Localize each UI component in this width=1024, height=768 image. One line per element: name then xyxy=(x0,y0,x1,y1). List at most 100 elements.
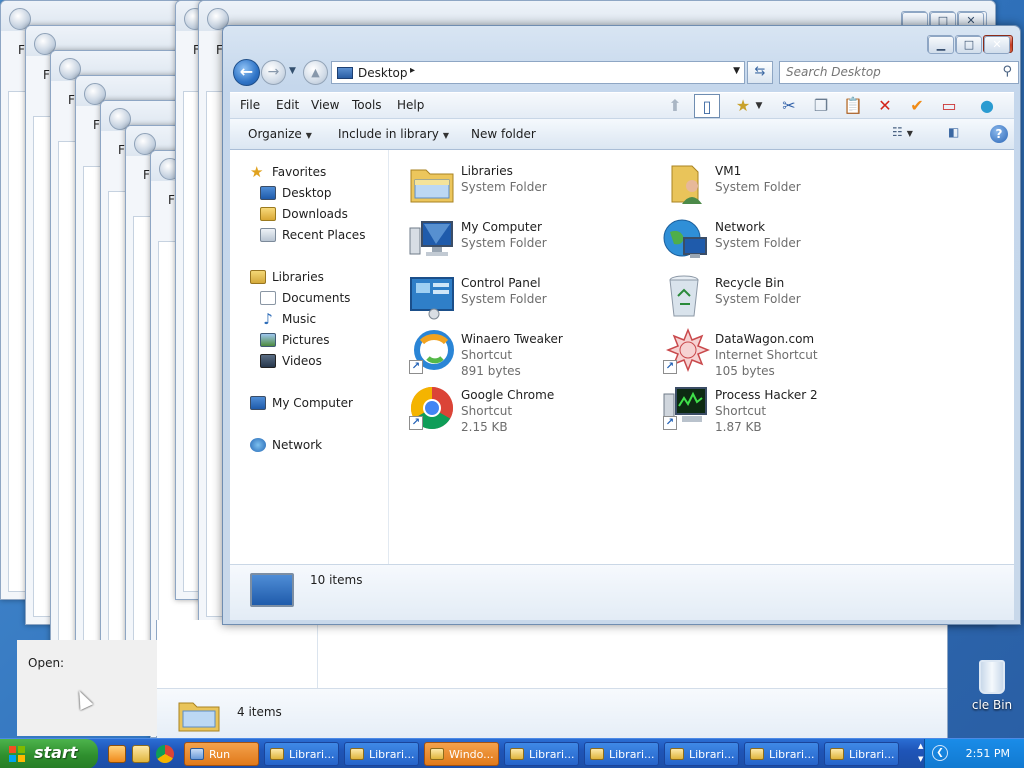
item-network[interactable]: Network System Folder xyxy=(662,216,902,266)
taskbar-button-libraries[interactable]: Librari... xyxy=(344,742,419,766)
run-dialog[interactable]: Open: xyxy=(17,640,157,736)
include-in-library-button[interactable]: Include in library ▼ xyxy=(338,127,449,141)
menu-help[interactable]: Help xyxy=(397,98,424,112)
maximize-button[interactable]: □ xyxy=(955,35,982,54)
item-recycle-bin[interactable]: Recycle Bin System Folder xyxy=(662,272,902,322)
taskbar-button-run[interactable]: Run xyxy=(184,742,259,766)
start-button[interactable]: start xyxy=(0,739,98,768)
panes-icon: ▯ xyxy=(702,97,712,116)
recycle-bin-icon xyxy=(669,275,699,317)
explorer-quicklaunch-icon[interactable] xyxy=(132,745,150,763)
item-type: System Folder xyxy=(715,180,801,194)
taskbar-button-libraries[interactable]: Librari... xyxy=(584,742,659,766)
item-datawagon[interactable]: ↗ DataWagon.com Internet Shortcut 105 by… xyxy=(662,328,902,378)
item-google-chrome[interactable]: ↗ Google Chrome Shortcut 2.15 KB xyxy=(408,384,648,434)
explorer-window-desktop[interactable]: ▁ □ ✕ ← → ▼ ▲ Desktop ▸ ▼ ⇆ ⚲ File Edit … xyxy=(222,25,1021,625)
menu-file[interactable]: F xyxy=(68,93,75,107)
address-bar[interactable]: Desktop ▸ ▼ xyxy=(331,61,745,84)
maximize-icon: □ xyxy=(956,36,982,54)
item-my-computer[interactable]: My Computer System Folder xyxy=(408,216,648,266)
search-icon[interactable]: ⚲ xyxy=(1002,64,1012,79)
windows-logo-icon xyxy=(9,746,25,762)
scroll-down-icon[interactable]: ▼ xyxy=(918,755,923,763)
explorer-window-libraries[interactable]: 4 items xyxy=(156,620,948,738)
command-bar: Organize ▼ Include in library ▼ New folder… xyxy=(230,118,1014,150)
clock[interactable]: 2:51 PM xyxy=(966,747,1010,760)
show-hidden-icons-chevron-icon[interactable]: ❮ xyxy=(932,745,948,761)
menu-file[interactable]: F xyxy=(143,168,150,182)
computer-icon xyxy=(409,221,453,256)
paste-button[interactable]: 📋 xyxy=(840,94,866,118)
folders-pane-toggle[interactable]: ▯ xyxy=(694,94,720,118)
taskbar-button-libraries[interactable]: Librari... xyxy=(744,742,819,766)
refresh-icon: ⇆ xyxy=(754,64,766,79)
desktop-monitor-icon xyxy=(250,573,294,607)
menu-file[interactable]: F xyxy=(93,118,100,132)
menu-file[interactable]: F xyxy=(168,193,175,207)
item-type: System Folder xyxy=(461,180,547,194)
internet-button[interactable]: ● xyxy=(974,94,1000,118)
up-folder-button[interactable]: ⬆ xyxy=(662,94,688,118)
clipboard-icon: 📋 xyxy=(843,96,863,115)
taskbar-button-windows[interactable]: Windo... xyxy=(424,742,499,766)
breadcrumb-arrow-icon[interactable]: ▸ xyxy=(410,65,415,76)
organize-button[interactable]: Organize ▼ xyxy=(248,127,312,141)
item-name: DataWagon.com xyxy=(715,332,815,346)
preview-pane-button[interactable]: ◧ xyxy=(948,125,959,139)
address-location[interactable]: Desktop xyxy=(358,66,408,80)
folder-icon xyxy=(350,748,364,760)
scroll-up-icon[interactable]: ▲ xyxy=(918,742,923,750)
item-process-hacker[interactable]: ↗ Process Hacker 2 Shortcut 1.87 KB xyxy=(662,384,902,434)
search-box[interactable]: ⚲ xyxy=(779,61,1019,84)
taskbar-button-libraries[interactable]: Librari... xyxy=(264,742,339,766)
taskbar-button-libraries[interactable]: Librari... xyxy=(824,742,899,766)
menu-tools[interactable]: Tools xyxy=(352,98,382,112)
libraries-folder-icon xyxy=(410,169,454,203)
folder-icon xyxy=(430,748,444,760)
folder-icon xyxy=(590,748,604,760)
menu-file[interactable]: File xyxy=(240,98,260,112)
close-button[interactable]: ✕ xyxy=(983,35,1013,54)
help-button[interactable]: ? xyxy=(990,125,1008,143)
menu-file[interactable]: F xyxy=(43,68,50,82)
up-button[interactable]: ▲ xyxy=(303,60,328,85)
select-all-button[interactable]: ✔ xyxy=(904,94,930,118)
checkmark-icon: ✔ xyxy=(910,96,924,115)
taskbar-button-libraries[interactable]: Librari... xyxy=(504,742,579,766)
media-player-quicklaunch-icon[interactable] xyxy=(108,745,126,763)
back-button[interactable]: ← xyxy=(233,59,260,86)
delete-button[interactable]: ✕ xyxy=(872,94,898,118)
favorites-dropdown[interactable]: ▼ xyxy=(752,94,766,118)
navigation-pane[interactable]: ★ Favorites Desktop Downloads Recent Pla… xyxy=(230,150,389,564)
new-folder-button[interactable]: New folder xyxy=(471,127,536,141)
documents-icon xyxy=(260,291,276,305)
item-vm1[interactable]: VM1 System Folder xyxy=(662,160,902,210)
menu-file[interactable]: F xyxy=(18,43,25,57)
refresh-button[interactable]: ⇆ xyxy=(747,61,773,84)
menu-view[interactable]: View xyxy=(311,98,339,112)
item-name: My Computer xyxy=(461,220,542,234)
change-view-button[interactable]: ☷ ▼ xyxy=(892,125,913,139)
item-control-panel[interactable]: Control Panel System Folder xyxy=(408,272,648,322)
item-libraries[interactable]: Libraries System Folder xyxy=(408,160,648,210)
chrome-quicklaunch-icon[interactable] xyxy=(156,745,174,763)
menu-file[interactable]: F xyxy=(118,143,125,157)
address-dropdown-icon[interactable]: ▼ xyxy=(733,66,740,76)
taskbar-button-label: Librari... xyxy=(369,748,415,761)
nav-recent-places-label: Recent Places xyxy=(282,228,366,242)
cut-button[interactable]: ✂ xyxy=(776,94,802,118)
nav-network-label: Network xyxy=(272,438,323,452)
forward-button[interactable]: → xyxy=(261,60,286,85)
item-winaero-tweaker[interactable]: ↗ Winaero Tweaker Shortcut 891 bytes xyxy=(408,328,648,378)
taskbar-button-libraries[interactable]: Librari... xyxy=(664,742,739,766)
desktop-recycle-bin[interactable]: cle Bin xyxy=(962,660,1022,712)
favorites-star-icon: ★ xyxy=(250,163,264,181)
copy-button[interactable]: ❐ xyxy=(808,94,834,118)
minimize-button[interactable]: ▁ xyxy=(927,35,954,54)
recent-pages-dropdown[interactable]: ▼ xyxy=(289,66,296,76)
nav-music-label: Music xyxy=(282,312,317,326)
menu-edit[interactable]: Edit xyxy=(276,98,299,112)
search-input[interactable] xyxy=(786,65,986,79)
recent-places-icon xyxy=(260,228,276,242)
rename-button[interactable]: ▭ xyxy=(936,94,962,118)
